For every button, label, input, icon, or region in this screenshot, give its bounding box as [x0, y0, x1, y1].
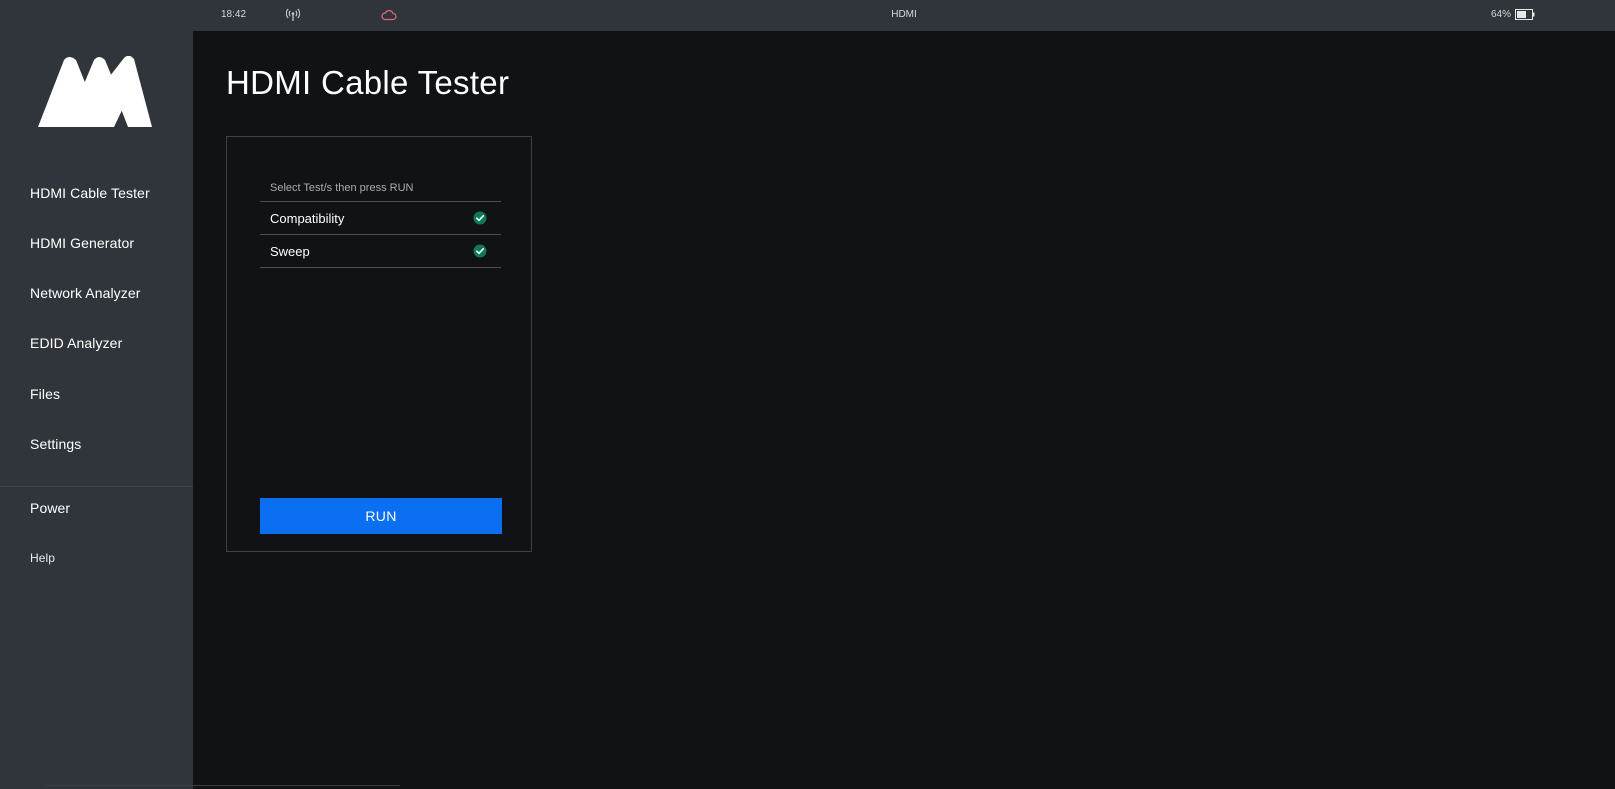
- test-row-compatibility[interactable]: Compatibility: [260, 202, 501, 235]
- check-circle-icon: [473, 244, 487, 258]
- sidebar-item-settings[interactable]: Settings: [30, 436, 81, 452]
- test-label: Compatibility: [270, 211, 345, 226]
- test-list: Compatibility Sweep: [260, 201, 501, 268]
- brand-logo: [38, 56, 152, 127]
- test-label: Sweep: [270, 244, 310, 259]
- run-button[interactable]: RUN: [260, 498, 502, 534]
- sidebar-divider: [0, 486, 193, 487]
- check-circle-icon: [473, 211, 487, 225]
- status-title: HDMI: [891, 9, 917, 20]
- sidebar-item-files[interactable]: Files: [30, 386, 60, 402]
- battery-icon: [1515, 9, 1535, 20]
- panel-hint: Select Test/s then press RUN: [270, 182, 414, 194]
- test-selection-panel: Select Test/s then press RUN Compatibili…: [226, 136, 532, 552]
- page-title: HDMI Cable Tester: [226, 64, 510, 101]
- sidebar-item-network-analyzer[interactable]: Network Analyzer: [30, 285, 141, 301]
- status-bar: 18:42 HDMI 64%: [193, 0, 1615, 31]
- sidebar-item-help[interactable]: Help: [30, 551, 55, 565]
- sidebar-item-edid-analyzer[interactable]: EDID Analyzer: [30, 335, 122, 351]
- bottom-divider: [45, 785, 400, 786]
- sidebar-item-hdmi-cable-tester[interactable]: HDMI Cable Tester: [30, 185, 150, 201]
- sidebar-item-hdmi-generator[interactable]: HDMI Generator: [30, 235, 134, 251]
- sidebar-item-power[interactable]: Power: [30, 500, 70, 516]
- battery-percent: 64%: [1491, 9, 1512, 20]
- test-row-sweep[interactable]: Sweep: [260, 235, 501, 268]
- sidebar: HDMI Cable Tester HDMI Generator Network…: [0, 0, 193, 789]
